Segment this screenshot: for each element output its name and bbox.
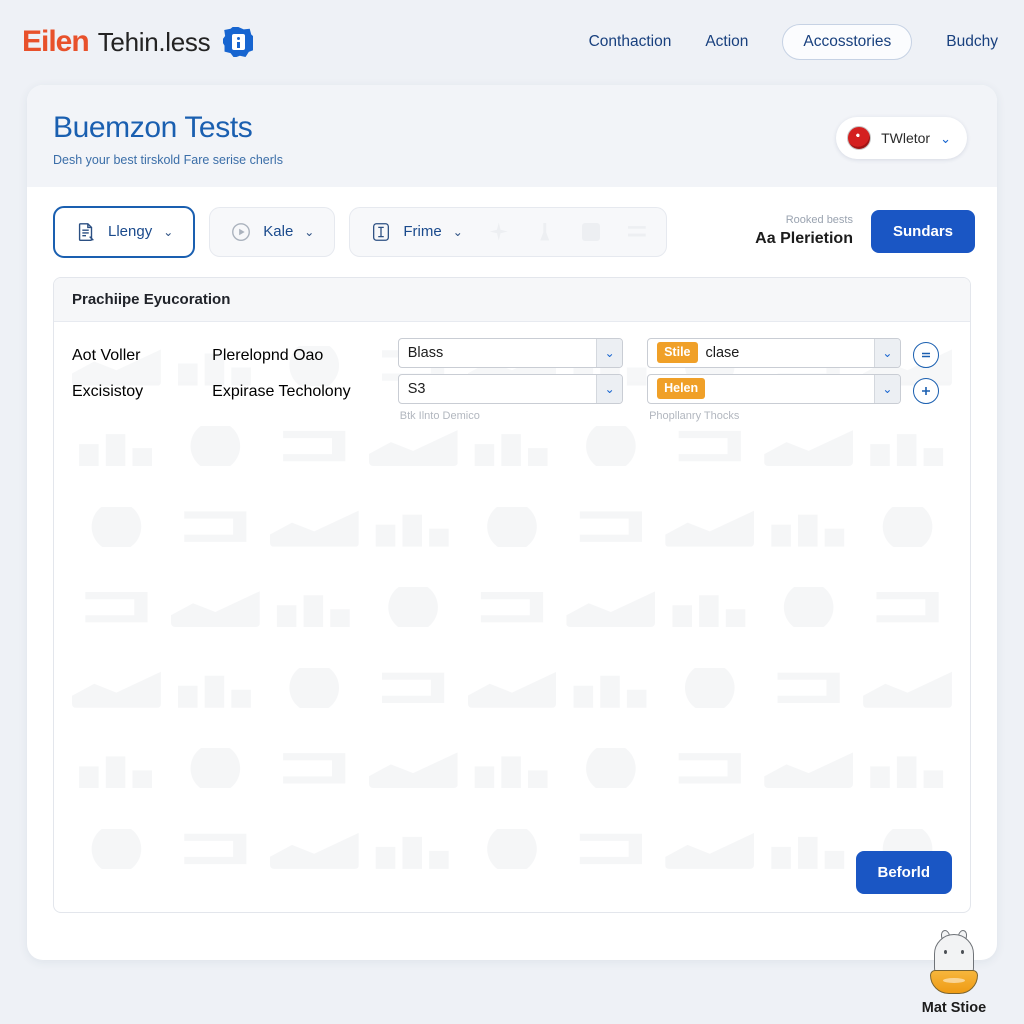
brand-mark: Eilen (22, 25, 90, 58)
nav-item-accosstories[interactable]: Accosstories (782, 24, 913, 60)
mascot-widget[interactable]: Mat Stioe (906, 929, 1002, 1016)
row2-select-right-wrap: Helen ⌄ Phopllanry Thocks (647, 373, 901, 422)
segment-llengy-label: Llengy (108, 223, 153, 240)
document-pen-icon (75, 221, 97, 243)
row1-label-a: Aot Voller (72, 346, 141, 364)
nav-item-action[interactable]: Action (705, 33, 748, 51)
chevron-down-icon: ⌄ (452, 224, 463, 239)
beforld-button[interactable]: Beforld (855, 850, 952, 894)
row1-select-left[interactable]: Blass ⌄ (397, 337, 624, 368)
panel-title: Prachiipe Eyucoration (54, 277, 970, 322)
row1-select-right-value: clase (705, 344, 740, 361)
row1-select-left-value: Blass (407, 344, 444, 361)
page-title: Buemzon Tests (53, 111, 253, 144)
user-menu[interactable]: TWletor ⌄ (836, 117, 967, 159)
toolbar-stat-value: Aa Plerietion (755, 230, 853, 248)
play-circle-icon (230, 221, 252, 243)
row2-label-a: Excisistoy (72, 382, 144, 400)
page-subtitle: Desh your best tirskold Fare serise cher… (53, 152, 283, 167)
top-navigation-bar: Eilen Tehin.less Conthaction Action Acco… (0, 0, 1024, 84)
nav-item-conthaction[interactable]: Conthaction (589, 33, 672, 51)
segment-llengy[interactable]: Llengy ⌄ (53, 205, 196, 258)
row1-action-wrap (901, 338, 952, 368)
chevron-down-icon: ⌄ (304, 224, 315, 239)
chevron-down-icon: ⌄ (596, 374, 623, 403)
main-card: Buemzon Tests Desh your best tirskold Fa… (27, 85, 997, 960)
row2-select-left-value: S3 (407, 380, 426, 397)
row1-select-right[interactable]: Stile clase ⌄ (647, 337, 901, 368)
row1-badge: Stile (657, 342, 698, 363)
form-row: Aot Voller Plerelopnd Oao Blass ⌄ Stile … (72, 337, 952, 368)
nav-item-budchy[interactable]: Budchy (946, 33, 998, 51)
building-icon (581, 222, 600, 241)
row2-action-wrap (901, 374, 952, 404)
chevron-down-icon: ⌄ (163, 224, 174, 239)
row2-right-hint: Phopllanry Thocks (649, 409, 740, 422)
row1-select-right-wrap: Stile clase ⌄ (647, 337, 901, 368)
plus-circle-icon[interactable] (913, 377, 940, 404)
segment-kale-label: Kale (263, 223, 294, 240)
form-row: Excisistoy Expirase Techolony S3 ⌄ Btk I… (72, 373, 952, 422)
brand-word: Tehin.less (97, 27, 211, 57)
panel-body: Aot Voller Plerelopnd Oao Blass ⌄ Stile … (54, 322, 970, 422)
mascot-label: Mat Stioe (921, 1000, 987, 1016)
clipboard-badge-icon (223, 27, 254, 57)
toolbar-stat: Rooked bests Aa Plerietion (755, 214, 853, 250)
brand-logo[interactable]: Eilen Tehin.less (22, 25, 254, 58)
user-name: TWletor (881, 130, 931, 146)
chevron-down-icon: ⌄ (596, 338, 623, 367)
segment-frime-label: Frime (403, 223, 442, 240)
row2-select-left-wrap: S3 ⌄ Btk Ilnto Demico (397, 373, 624, 422)
row1-select-left-wrap: Blass ⌄ (397, 337, 624, 368)
row2-select-right[interactable]: Helen ⌄ (647, 373, 901, 404)
ghost-icon-group (489, 222, 646, 241)
row2-badge: Helen (657, 378, 706, 399)
row2-label-b: Expirase Techolony (212, 382, 351, 400)
framed-square-icon (370, 221, 392, 243)
sparkle-icon (489, 222, 508, 241)
toolbar-right-group: Rooked bests Aa Plerietion Sundars (755, 210, 975, 253)
chevron-down-icon: ⌄ (873, 374, 900, 403)
chevron-down-icon: ⌄ (873, 338, 900, 367)
pin-icon (540, 222, 550, 241)
chevron-down-icon: ⌄ (940, 130, 951, 146)
segment-kale[interactable]: Kale ⌄ (209, 206, 336, 257)
row2-select-left[interactable]: S3 ⌄ (397, 373, 624, 404)
card-header: Buemzon Tests Desh your best tirskold Fa… (27, 85, 997, 187)
equals-circle-icon[interactable] (913, 341, 940, 368)
segment-frime[interactable]: Frime ⌄ (349, 206, 667, 257)
filter-toolbar: Llengy ⌄ Kale ⌄ Frime ⌄ Rooked bests Aa … (27, 186, 997, 277)
sundars-button[interactable]: Sundars (870, 210, 975, 253)
main-nav: Conthaction Action Accosstories Budchy (589, 24, 998, 60)
scissors-icon (627, 226, 646, 237)
row1-label-b: Plerelopnd Oao (212, 346, 324, 364)
mascot-figure-icon (928, 929, 980, 996)
avatar (847, 126, 872, 150)
panel-footer: Beforld (855, 850, 952, 894)
toolbar-stat-label: Rooked bests (785, 213, 853, 226)
practice-panel: Prachiipe Eyucoration Aot Voller Plerelo… (53, 276, 971, 913)
row2-left-hint: Btk Ilnto Demico (399, 409, 480, 422)
